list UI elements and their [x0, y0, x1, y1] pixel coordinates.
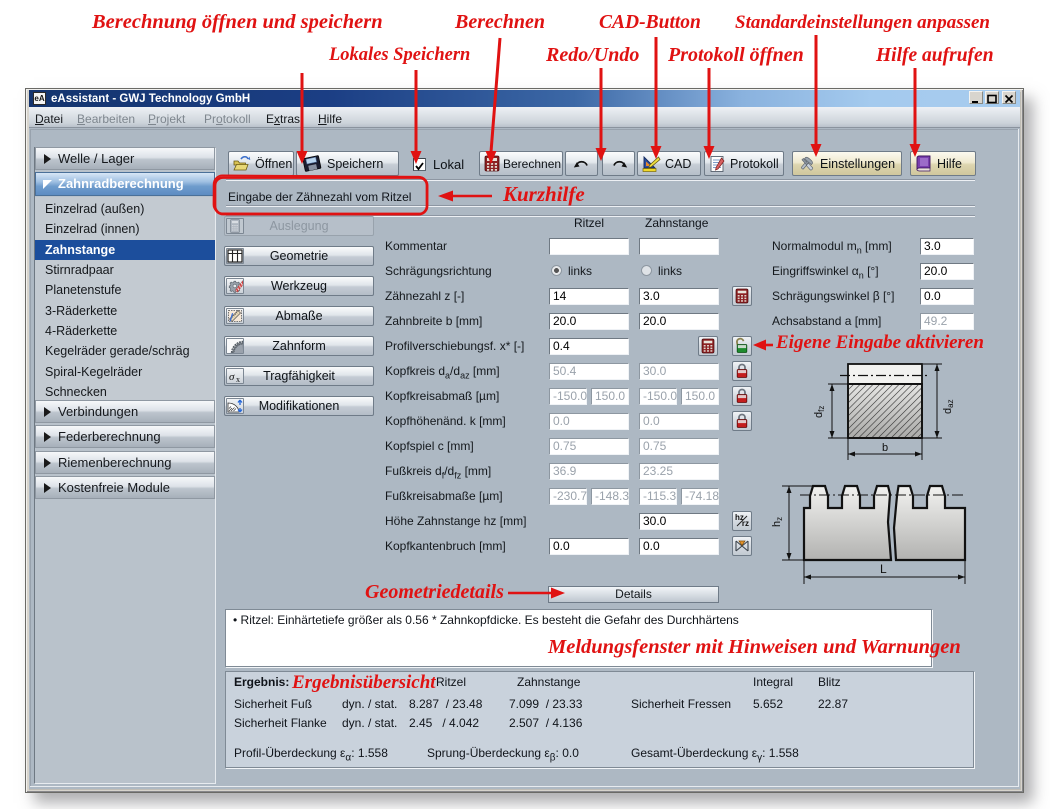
svg-text:hz: hz [771, 517, 784, 527]
svg-text:daz: daz [942, 399, 955, 414]
svg-text:b: b [882, 442, 888, 454]
svg-text:dfz: dfz [813, 406, 826, 418]
svg-text:σ: σ [229, 371, 235, 383]
svg-text:L: L [880, 562, 887, 576]
svg-text:x: x [236, 375, 240, 383]
